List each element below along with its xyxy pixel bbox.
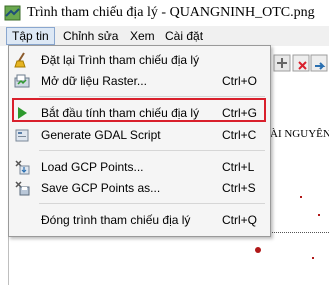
gcp-point-marker[interactable] bbox=[255, 247, 261, 253]
save-gcp-icon bbox=[15, 181, 30, 196]
menu-item-save-gcp-points[interactable]: Save GCP Points as... Ctrl+S bbox=[9, 177, 270, 199]
menu-item-load-gcp-points[interactable]: Load GCP Points... Ctrl+L bbox=[9, 156, 270, 178]
menu-separator bbox=[39, 203, 265, 204]
highlight-annotation-box bbox=[12, 98, 266, 122]
open-raster-icon bbox=[14, 74, 30, 88]
file-menu-dropdown: Đặt lại Trình tham chiếu địa lý Mở dữ li… bbox=[8, 45, 271, 237]
load-gcp-icon bbox=[15, 160, 30, 175]
toolbar-delete-point-icon[interactable] bbox=[291, 52, 311, 74]
toolbar-pan-icon[interactable] bbox=[272, 52, 292, 74]
menu-file[interactable]: Tập tin bbox=[6, 27, 55, 45]
menu-item-shortcut: Ctrl+O bbox=[222, 74, 258, 88]
menu-item-label: Load GCP Points... bbox=[41, 160, 144, 174]
map-speck bbox=[300, 196, 302, 198]
menu-item-generate-gdal-script[interactable]: Generate GDAL Script Ctrl+C bbox=[9, 124, 270, 146]
menu-view[interactable]: Xem bbox=[125, 28, 160, 44]
map-speck bbox=[312, 257, 314, 259]
map-speck bbox=[318, 214, 320, 216]
menu-item-close-georeferencer[interactable]: Đóng trình tham chiếu địa lý Ctrl+Q bbox=[9, 209, 270, 231]
menu-separator bbox=[39, 150, 265, 151]
menu-bar: Tập tin Chỉnh sửa Xem Cài đặt bbox=[0, 26, 329, 47]
georeferencer-app-icon bbox=[4, 5, 21, 21]
menu-item-shortcut: Ctrl+L bbox=[222, 160, 255, 174]
menu-item-shortcut: Ctrl+Q bbox=[222, 213, 258, 227]
menu-item-shortcut: Ctrl+S bbox=[222, 181, 256, 195]
menu-item-reset[interactable]: Đặt lại Trình tham chiếu địa lý bbox=[9, 49, 270, 71]
script-icon bbox=[15, 129, 29, 142]
menu-item-open-raster[interactable]: Mở dữ liệu Raster... Ctrl+O bbox=[9, 70, 270, 92]
map-fragment-text: ÀI NGUYÊN bbox=[270, 128, 329, 140]
menu-item-label: Generate GDAL Script bbox=[41, 128, 161, 142]
menu-item-label: Đặt lại Trình tham chiếu địa lý bbox=[41, 53, 200, 67]
title-bar: Trình tham chiếu địa lý - QUANGNINH_OTC.… bbox=[0, 0, 329, 27]
menu-item-label: Save GCP Points as... bbox=[41, 181, 161, 195]
menu-item-label: Đóng trình tham chiếu địa lý bbox=[41, 213, 191, 227]
window-title: Trình tham chiếu địa lý - QUANGNINH_OTC.… bbox=[27, 5, 315, 20]
menu-separator bbox=[39, 96, 265, 97]
menu-edit[interactable]: Chỉnh sửa bbox=[58, 28, 123, 44]
broom-icon bbox=[14, 52, 26, 68]
toolbar-move-point-icon[interactable] bbox=[309, 52, 329, 74]
menu-item-label: Mở dữ liệu Raster... bbox=[41, 74, 147, 88]
menu-settings[interactable]: Cài đặt bbox=[160, 28, 208, 44]
menu-item-shortcut: Ctrl+C bbox=[222, 128, 257, 142]
